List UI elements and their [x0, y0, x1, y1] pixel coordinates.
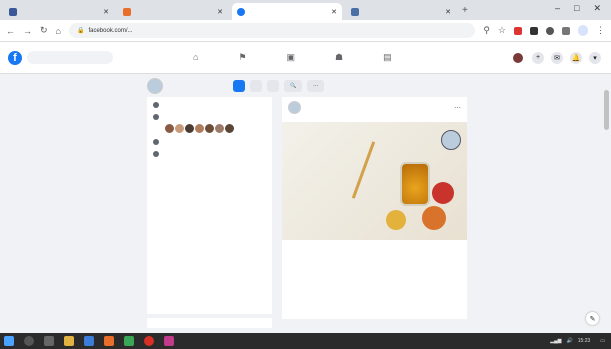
post-header: ⋯: [282, 97, 467, 118]
avatar[interactable]: [288, 101, 301, 114]
maximize-icon[interactable]: □: [574, 3, 579, 14]
start-icon[interactable]: [4, 336, 14, 346]
browser-tab[interactable]: ✕: [346, 3, 456, 20]
page-scrollbar[interactable]: [604, 90, 609, 130]
marketplace-icon[interactable]: ▣: [287, 52, 296, 63]
minimize-icon[interactable]: –: [555, 3, 560, 14]
system-tray: ▂▄▆ 🔊 15:23 ▭: [550, 338, 611, 344]
account-menu-icon[interactable]: ▾: [589, 51, 601, 64]
globe-icon: [153, 151, 159, 157]
message-button[interactable]: [267, 80, 279, 92]
extensions-puzzle-icon[interactable]: [562, 26, 570, 35]
chrome-icon[interactable]: [144, 336, 154, 346]
zoom-icon[interactable]: ⚲: [483, 25, 490, 36]
phone-item: [153, 138, 266, 145]
feed-post: ⋯: [282, 97, 467, 319]
new-tab-button[interactable]: +: [462, 5, 468, 16]
extension-icon[interactable]: [514, 26, 522, 35]
apple-illustration: [422, 206, 446, 230]
gaming-icon[interactable]: ▤: [383, 52, 392, 63]
like-page-button[interactable]: [250, 80, 262, 92]
lock-icon: 🔒: [76, 28, 85, 34]
profile-chip[interactable]: [513, 52, 525, 63]
info-icon: [153, 102, 159, 108]
notifications-icon[interactable]: 🔔: [570, 51, 582, 64]
bookmark-star-icon[interactable]: ☆: [498, 25, 506, 36]
windows-taskbar: ▂▄▆ 🔊 15:23 ▭: [0, 333, 611, 349]
profile-button[interactable]: [578, 25, 588, 36]
window-controls: – □ ✕: [555, 3, 611, 14]
post-options-icon[interactable]: ⋯: [454, 104, 461, 112]
close-window-icon[interactable]: ✕: [593, 3, 601, 14]
like-icon: [153, 114, 159, 120]
browser-tab-strip: ✕ ✕ ✕ ✕ + – □ ✕: [0, 0, 611, 20]
search-page-button[interactable]: 🔍: [284, 80, 303, 92]
task-view-icon[interactable]: [44, 336, 54, 346]
recommendations-title: [147, 318, 272, 328]
app-icon[interactable]: [164, 336, 174, 346]
tab-favicon-icon: [9, 7, 17, 16]
app-icon[interactable]: [104, 336, 114, 346]
network-icon[interactable]: ▂▄▆: [550, 338, 561, 344]
reload-icon[interactable]: ↻: [40, 25, 48, 36]
home-icon[interactable]: ⌂: [193, 52, 198, 63]
close-tab-icon[interactable]: ✕: [331, 8, 337, 16]
avatar[interactable]: [224, 123, 235, 134]
page-action-bar: 🔍 ⋯: [0, 75, 611, 97]
phone-icon: [153, 139, 159, 145]
page-about-sidebar: [147, 97, 272, 314]
search-icon[interactable]: [24, 336, 34, 346]
facebook-header: f ⌂ ⚑ ▣ ☗ ▤ + ✉ 🔔 ▾: [0, 42, 611, 74]
back-icon[interactable]: ←: [6, 26, 15, 36]
honey-jar-illustration: [400, 162, 430, 206]
browser-tab[interactable]: ✕: [118, 3, 228, 20]
facebook-search-input[interactable]: [27, 51, 113, 64]
create-icon[interactable]: +: [532, 51, 544, 64]
post-image[interactable]: [282, 122, 467, 240]
app-icon[interactable]: [124, 336, 134, 346]
extension-icon[interactable]: [530, 26, 538, 35]
url-text: facebook.com/...: [88, 27, 133, 34]
clock-time[interactable]: 15:23: [578, 338, 591, 344]
apple-illustration: [432, 182, 454, 204]
avatar: [513, 52, 523, 63]
browser-tab-active[interactable]: ✕: [232, 3, 342, 20]
tab-favicon-icon: [123, 7, 131, 16]
website-item: [153, 150, 266, 157]
extension-icon[interactable]: [546, 26, 554, 35]
likes-item: [153, 113, 266, 120]
facebook-logo[interactable]: f: [8, 50, 22, 65]
facebook-nav: ⌂ ⚑ ▣ ☗ ▤: [193, 52, 392, 63]
flag-icon[interactable]: ⚑: [238, 52, 246, 63]
close-tab-icon[interactable]: ✕: [445, 8, 451, 16]
home-icon[interactable]: ⌂: [56, 26, 61, 36]
page-avatar[interactable]: [147, 78, 163, 94]
browser-tab[interactable]: ✕: [4, 3, 114, 20]
url-field[interactable]: 🔒 facebook.com/...: [68, 23, 476, 38]
tab-favicon-icon: [351, 7, 359, 16]
address-bar-row: ← → ↻ ⌂ 🔒 facebook.com/... ⚲ ☆ ⋮: [0, 20, 611, 42]
menu-icon[interactable]: ⋮: [596, 25, 605, 36]
more-options-button[interactable]: ⋯: [307, 80, 325, 92]
wheat-illustration: [351, 141, 376, 199]
close-tab-icon[interactable]: ✕: [103, 8, 109, 16]
facebook-favicon-icon: [237, 7, 245, 16]
new-message-fab[interactable]: ✎: [586, 312, 599, 325]
volume-icon[interactable]: 🔊: [567, 338, 573, 344]
messenger-icon[interactable]: ✉: [551, 51, 563, 64]
page-primary-button[interactable]: [233, 80, 245, 92]
app-icon[interactable]: [84, 336, 94, 346]
groups-icon[interactable]: ☗: [335, 52, 343, 63]
about-item: [153, 101, 266, 108]
friends-avatars: [164, 123, 266, 134]
post-actions: [282, 248, 467, 252]
file-explorer-icon[interactable]: [64, 336, 74, 346]
close-tab-icon[interactable]: ✕: [217, 8, 223, 16]
forward-icon[interactable]: →: [23, 26, 32, 36]
facebook-header-right: + ✉ 🔔 ▾: [513, 51, 611, 64]
logo-seal: [441, 130, 461, 150]
notification-center-icon[interactable]: ▭: [600, 338, 605, 344]
apple-illustration: [386, 210, 406, 230]
